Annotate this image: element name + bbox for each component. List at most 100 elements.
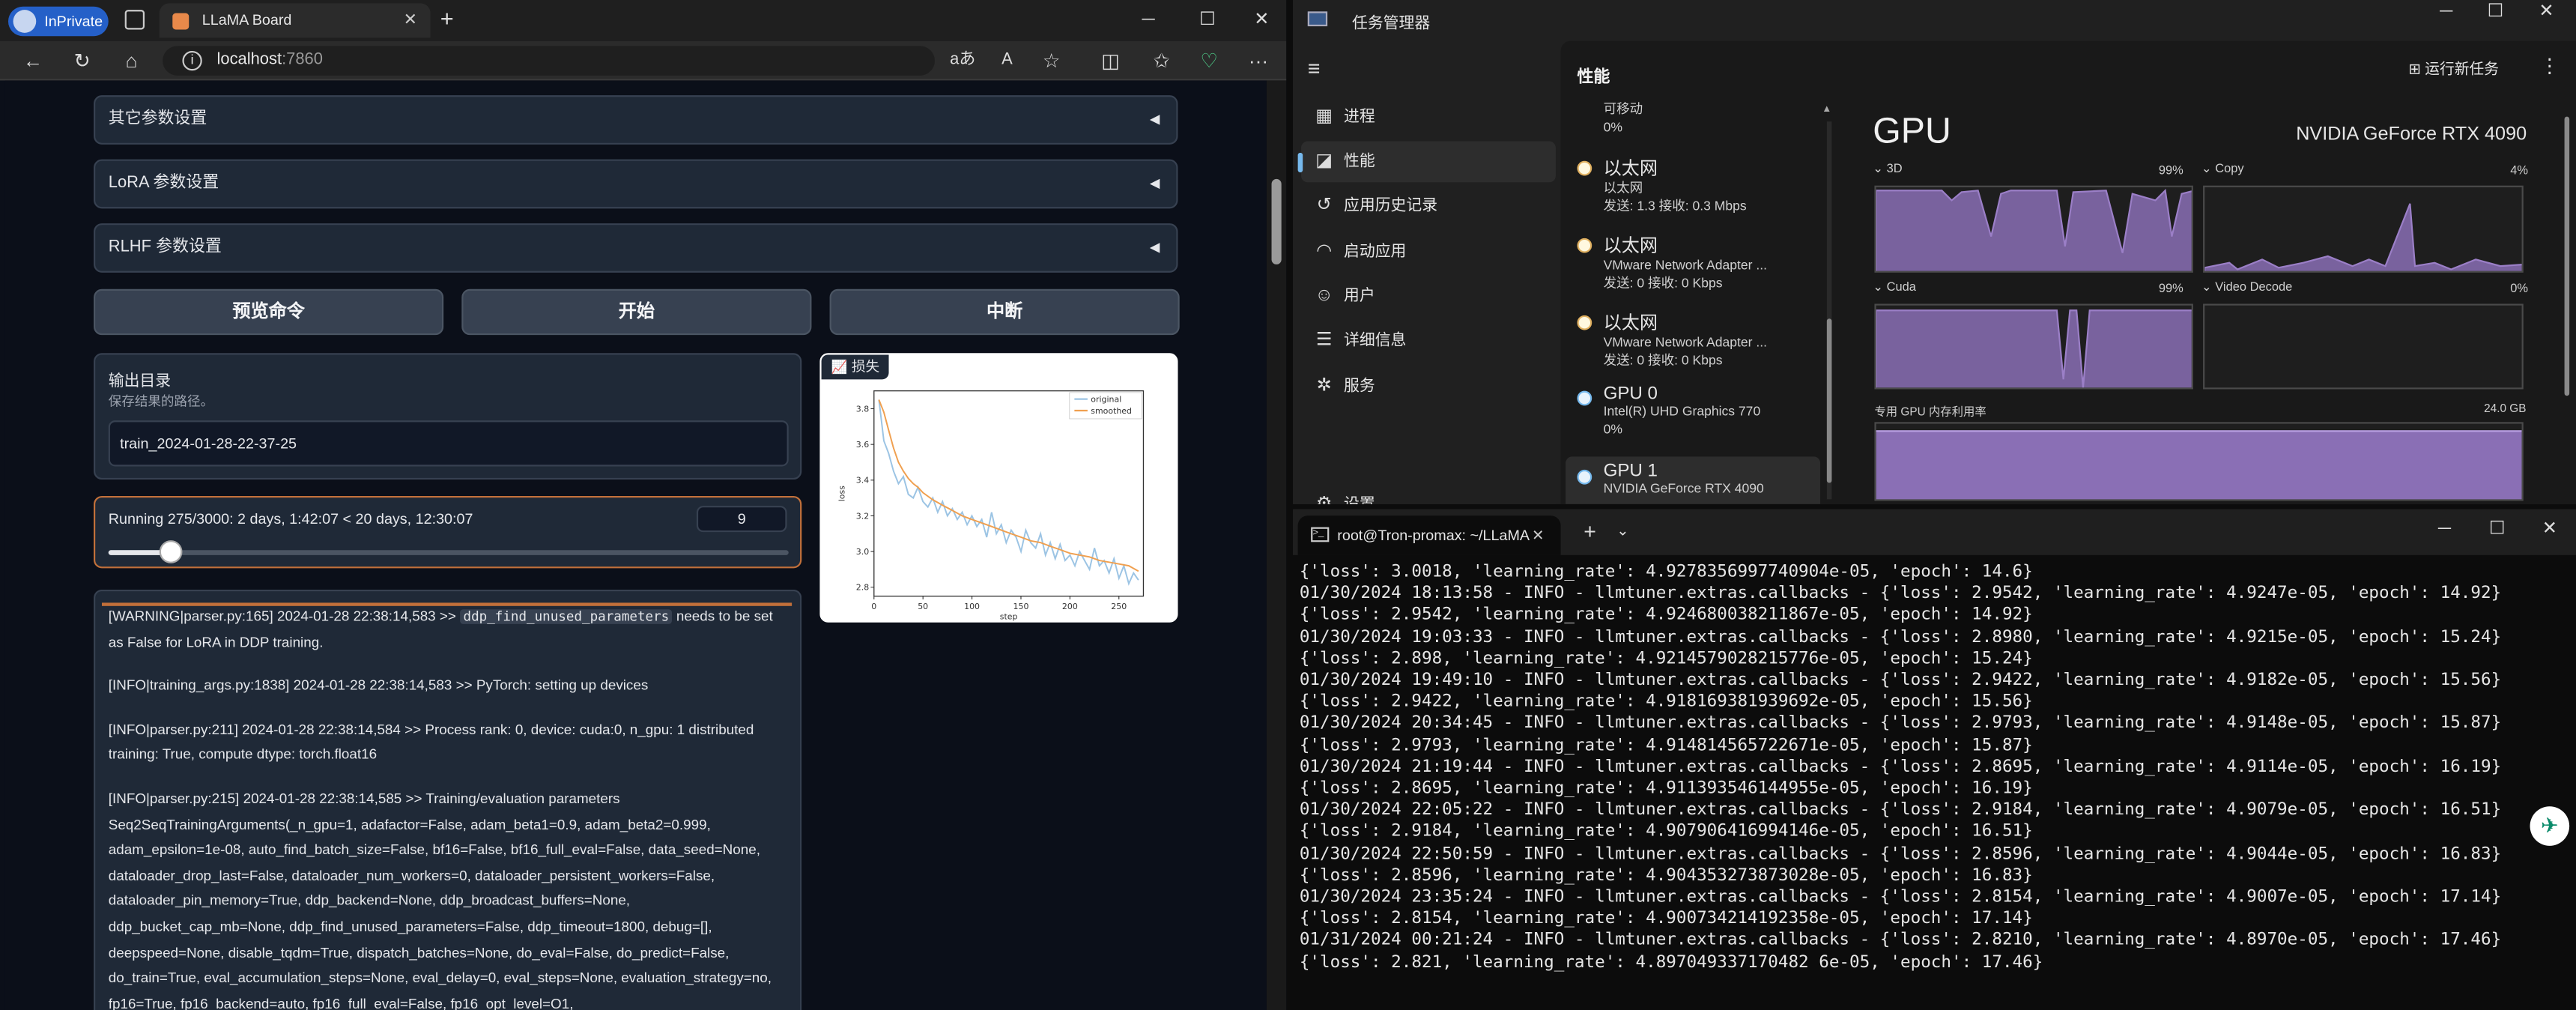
device-item-ethernet-1[interactable]: 以太网 以太网 发送: 1.3 接收: 0.3 Mbps (1566, 154, 1815, 215)
output-dir-input[interactable]: train_2024-01-28-22-37-25 (108, 420, 789, 467)
grid-icon: ▦ (1315, 106, 1333, 127)
accordion-lora-params[interactable]: LoRA 参数设置 ◀ (94, 159, 1178, 209)
run-task-label: 运行新任务 (2425, 61, 2500, 78)
progress-number-input[interactable]: 9 (696, 506, 787, 533)
page-scrollbar[interactable] (1266, 80, 1287, 1010)
y-tick-label: 3.0 (856, 547, 869, 557)
term-minimize-icon[interactable]: ─ (2416, 509, 2473, 551)
sidebar-item-details[interactable]: ☰ 详细信息 (1301, 320, 1556, 361)
gpu-model: NVIDIA GeForce RTX 4090 (2296, 124, 2527, 145)
terminal-dropdown-icon[interactable]: ⌄ (1616, 522, 1629, 540)
device-line2: 发送: 0 接收: 0 Kbps (1603, 352, 1723, 367)
progress-slider-thumb[interactable] (159, 540, 183, 563)
favorites-icon[interactable]: ✩ (1145, 46, 1178, 75)
device-item-removable[interactable]: 可移动 0% (1566, 102, 1815, 136)
more-options-icon[interactable]: ⋮ (2540, 54, 2560, 77)
favorite-star-icon[interactable]: ☆ (1035, 46, 1068, 75)
performance-view: 性能 ⊞ 运行新任务 ⋮ 可移动 0% 以太网 以太网 发送: 1.3 接收: … (1560, 40, 2576, 504)
progress-text: Running 275/3000: 2 days, 1:42:07 < 20 d… (108, 510, 473, 527)
browser-essentials-icon[interactable]: ♡ (1192, 46, 1225, 75)
accordion-rlhf-params[interactable]: RLHF 参数设置 ◀ (94, 223, 1178, 273)
device-name: GPU 1 (1603, 461, 1658, 482)
terminal-tab-close-icon[interactable]: ✕ (1532, 515, 1545, 555)
page-scrollbar-thumb[interactable] (1271, 178, 1282, 264)
y-tick-label: 2.8 (856, 583, 869, 593)
graph-gpu-memory (1874, 422, 2524, 501)
tm-close-icon[interactable]: ✕ (2518, 0, 2575, 23)
tab-title: LLaMA Board (201, 11, 292, 28)
y-tick-label: 3.4 (856, 476, 869, 486)
tm-minimize-icon[interactable]: ─ (2418, 0, 2474, 23)
terminal-line: {'loss': 2.9793, 'learning_rate': 4.9148… (1299, 735, 2033, 755)
inprivate-badge[interactable]: InPrivate (7, 6, 109, 37)
url-field[interactable]: i localhost:7860 (163, 46, 935, 76)
browser-window: InPrivate LLaMA Board ✕ + ─ ☐ ✕ ← ↻ ⌂ i … (0, 0, 1287, 1010)
new-terminal-tab-icon[interactable]: + (1584, 519, 1596, 544)
sidebar-item-startup-apps[interactable]: ◠ 启动应用 (1301, 232, 1556, 273)
accordion-label: 其它参数设置 (108, 109, 207, 128)
terminal-line: 01/30/2024 23:35:24 - INFO - llmtuner.ex… (1299, 886, 2502, 907)
status-dot-icon (1577, 315, 1592, 330)
sidebar-item-services[interactable]: ✲ 服务 (1301, 366, 1556, 408)
immersive-reader-icon[interactable]: A (990, 46, 1023, 75)
progress-panel: Running 275/3000: 2 days, 1:42:07 < 20 d… (94, 495, 802, 569)
progress-slider-track[interactable] (108, 540, 789, 563)
tab-actions-icon[interactable] (124, 10, 145, 30)
more-menu-icon[interactable]: ··· (1242, 46, 1275, 75)
device-item-gpu-0[interactable]: GPU 0 Intel(R) UHD Graphics 770 0% (1566, 384, 1815, 438)
split-screen-icon[interactable]: ◫ (1094, 46, 1127, 75)
perf-scrollbar[interactable] (2564, 116, 2570, 396)
sidebar-item-performance[interactable]: ◪ 性能 (1297, 141, 1556, 183)
minimize-icon[interactable]: ─ (1121, 0, 1177, 41)
llama-board-page: 其它参数设置 ◀ LoRA 参数设置 ◀ RLHF 参数设置 ◀ 预览命令 开始… (4, 80, 1267, 1010)
sidebar-item-app-history[interactable]: ↺ 应用历史记录 (1301, 186, 1556, 227)
address-bar-row: ← ↻ ⌂ i localhost:7860 aあ A ☆ ◫ ✩ ♡ ··· (0, 40, 1287, 81)
read-aloud-icon[interactable]: aあ (946, 46, 979, 75)
url-host: localhost (216, 50, 282, 70)
start-button[interactable]: 开始 (461, 288, 812, 336)
browser-tab-llama-board[interactable]: LLaMA Board ✕ (159, 3, 431, 38)
terminal-line: 01/30/2024 22:05:22 - INFO - llmtuner.ex… (1299, 799, 2502, 820)
task-manager-app-icon (1307, 11, 1328, 27)
hamburger-menu-icon[interactable]: ≡ (1308, 56, 1321, 81)
stop-button[interactable]: 中断 (829, 288, 1180, 336)
preview-command-button[interactable]: 预览命令 (94, 288, 444, 336)
sidebar-item-settings[interactable]: ⚙ 设置 (1301, 485, 1556, 504)
terminal-tab[interactable]: >_ root@Tron-promax: ~/LLaMA ✕ (1297, 515, 1561, 555)
device-list-scrollbar[interactable] (1826, 121, 1832, 500)
maximize-icon[interactable]: ☐ (1180, 0, 1236, 41)
run-task-icon: ⊞ (2408, 61, 2421, 78)
x-tick-label: 0 (871, 602, 876, 611)
tm-maximize-icon[interactable]: ☐ (2467, 0, 2524, 23)
refresh-icon[interactable]: ↻ (66, 46, 99, 75)
device-item-ethernet-3[interactable]: 以太网 VMware Network Adapter ... 发送: 0 接收:… (1566, 309, 1815, 369)
graph-copy (2203, 185, 2524, 273)
floating-assistant-icon[interactable]: ✈ (2530, 806, 2570, 846)
close-window-icon[interactable]: ✕ (1234, 0, 1286, 41)
sidebar-item-processes[interactable]: ▦ 进程 (1301, 97, 1556, 138)
accordion-other-params[interactable]: 其它参数设置 ◀ (94, 95, 1178, 145)
device-name: 以太网 (1603, 236, 1658, 256)
terminal-output[interactable]: {'loss': 3.0018, 'learning_rate': 4.9278… (1300, 562, 2565, 974)
status-dot-icon (1577, 238, 1592, 253)
new-tab-icon[interactable]: + (440, 5, 454, 31)
task-manager-title: 任务管理器 (1352, 14, 1431, 33)
term-close-icon[interactable]: ✕ (2522, 509, 2576, 551)
home-icon[interactable]: ⌂ (115, 46, 148, 75)
sidebar-item-users[interactable]: ☺ 用户 (1301, 276, 1556, 317)
status-dot-icon (1577, 390, 1592, 406)
device-item-ethernet-2[interactable]: 以太网 VMware Network Adapter ... 发送: 0 接收:… (1566, 232, 1815, 292)
x-tick-label: 50 (918, 602, 928, 611)
run-new-task-button[interactable]: ⊞ 运行新任务 (2408, 58, 2499, 79)
back-icon[interactable]: ← (16, 46, 49, 75)
device-scroll-thumb[interactable] (1826, 318, 1832, 483)
tab-close-icon[interactable]: ✕ (404, 3, 417, 37)
term-maximize-icon[interactable]: ☐ (2469, 509, 2525, 551)
graph-title-3d: ⌄ 3D (1873, 160, 1903, 176)
device-item-gpu-1[interactable]: GPU 1 NVIDIA GeForce RTX 4090 (1566, 456, 1821, 504)
terminal-line: 01/30/2024 19:03:33 - INFO - llmtuner.ex… (1299, 626, 2502, 647)
terminal-line: {'loss': 2.9184, 'learning_rate': 4.9079… (1299, 821, 2033, 842)
scroll-up-icon[interactable]: ▲ (1822, 105, 1831, 115)
gpu-memory-fill (1876, 430, 2522, 500)
graph-pct-cuda: 99% (2158, 280, 2183, 296)
